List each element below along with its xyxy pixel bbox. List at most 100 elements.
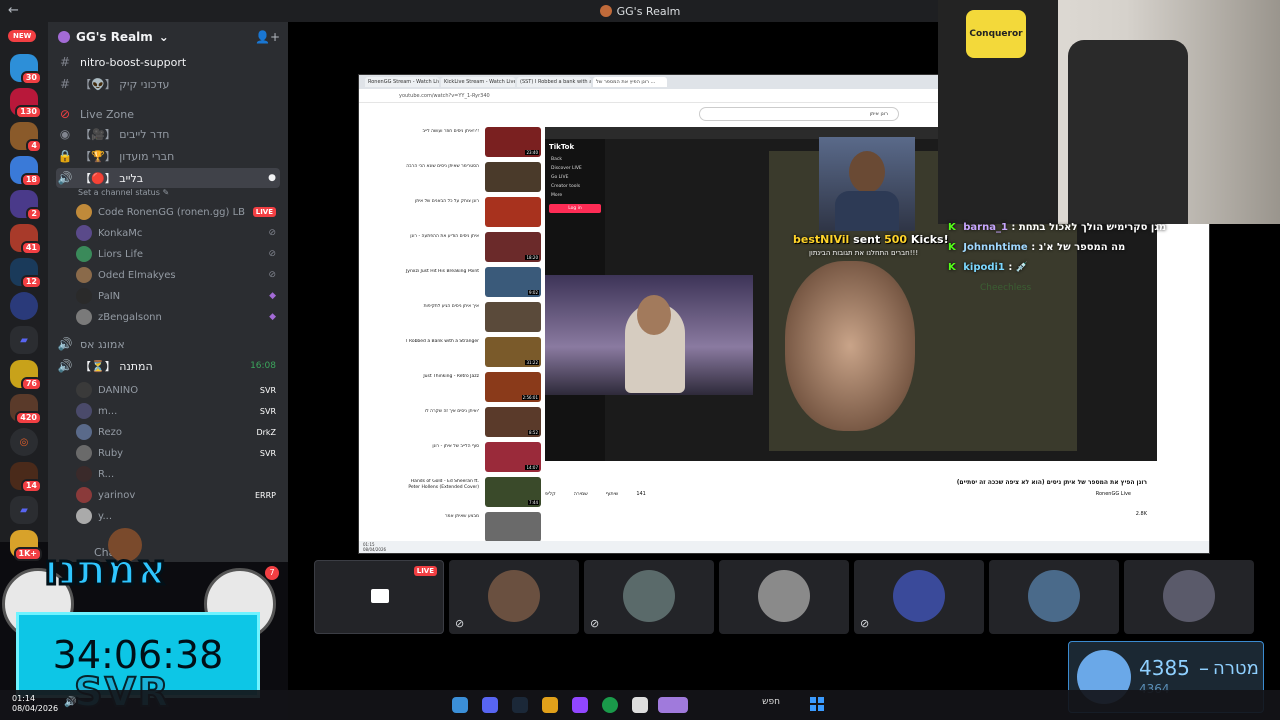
voice-user-row[interactable]: Rezo DrkZ <box>76 422 276 442</box>
server-icon-5[interactable]: 2 <box>10 190 42 221</box>
voice-user-row[interactable]: yarinov ERRP <box>76 485 276 505</box>
channel-kick-updates[interactable]: # 【👽】 עדכוני קיק <box>56 74 280 94</box>
like-count[interactable]: 141 <box>636 491 646 497</box>
channel-in-live[interactable]: 🔊 【🔴】 בלייב ● <box>56 168 280 188</box>
taskbar-app-icon[interactable] <box>542 697 558 713</box>
folder-icon-2[interactable]: ▰ <box>10 496 38 524</box>
taskbar-search[interactable]: חפש <box>700 697 780 713</box>
video-title: איך איתן ניסים הגיע לתקיפות <box>423 304 479 309</box>
participant-tile[interactable] <box>719 560 849 634</box>
voice-user-row[interactable]: m... SVR <box>76 401 276 421</box>
participant-tile[interactable] <box>989 560 1119 634</box>
steam-icon[interactable] <box>512 697 528 713</box>
voice-user-row[interactable]: Oded Elmakyes ⊘ <box>76 265 276 285</box>
recommended-video[interactable]: Hands of Gold - Ed Sheeran ft. Peter Hol… <box>403 477 541 509</box>
voice-user-row[interactable]: DANINO SVR <box>76 380 276 400</box>
tiktok-menu-item[interactable]: More <box>545 191 605 200</box>
taskbar-app-icon[interactable] <box>452 697 468 713</box>
kick-badge-icon: K <box>948 222 956 233</box>
browser-tab[interactable]: (SST) I Robbed a bank with a ... <box>517 77 591 87</box>
recommended-video[interactable]: איתן ניסים הודיע את ההפתעה - רונן 18:20 <box>403 232 541 264</box>
server-icon-4[interactable]: 18 <box>10 156 42 187</box>
windows-start-icon[interactable] <box>810 697 824 711</box>
server-icon-3[interactable]: 4 <box>10 122 42 153</box>
recommended-video[interactable]: איך איתן ניסים הגיע לתקיפות <box>403 302 541 334</box>
chrome-icon[interactable] <box>602 697 618 713</box>
voice-user-row[interactable]: PaIN ◆ <box>76 286 276 306</box>
recommended-video[interactable]: רונן צוחק על כל הבאנים של איתן <box>403 197 541 229</box>
recommended-video[interactable]: סוף הלייב של איתן - רונן 14:07 <box>403 442 541 474</box>
video-title: I Robbed a Bank with a Stranger <box>406 339 479 344</box>
participant-tile[interactable]: ⊘ <box>584 560 714 634</box>
clan-tag: ERRP <box>255 490 276 500</box>
folder-icon[interactable]: ▰ <box>10 326 38 354</box>
server-icon-8[interactable] <box>10 292 38 320</box>
voice-user-row[interactable]: Code RonenGG (ronen.gg) LB LIVE <box>76 202 276 222</box>
participant-tile[interactable]: ⊘ <box>854 560 984 634</box>
server-icon-2[interactable]: 130 <box>10 88 42 119</box>
recommended-video[interactable]: איתן ניסים איך זה שקרה לו? 8:52 <box>403 407 541 439</box>
voice-user-row[interactable]: zBengalsonn ◆ <box>76 307 276 327</box>
browser-tab[interactable]: RonenGG Stream - Watch Live <box>365 77 439 87</box>
server-icon-7[interactable]: 12 <box>10 258 42 289</box>
recommended-video[interactable]: הסטרימר שאיתן ניסים שונא הכי הרבה <box>403 162 541 194</box>
clip-button[interactable]: קליפ <box>545 491 556 497</box>
back-arrow-icon[interactable]: ← <box>8 3 19 18</box>
tiktok-login-button[interactable]: Log in <box>549 204 601 213</box>
recommended-video[interactable]: I Robbed a Bank with a Stranger 31:22 <box>403 337 541 369</box>
channel-live-rooms[interactable]: ◉ 【🎥】 חדר לייבים <box>56 124 280 144</box>
channel-name[interactable]: RonenGG Live <box>1096 491 1131 497</box>
category-live-zone[interactable]: ⊘ Live Zone <box>56 104 280 124</box>
server-icon-1[interactable]: 30 <box>10 54 42 85</box>
discord-icon[interactable] <box>482 697 498 713</box>
recommended-video[interactable]: מבצע שאיתן אמר <box>403 512 541 544</box>
tiktok-menu-item[interactable]: Creator tools <box>545 182 605 191</box>
deafened-icon: ⊘ <box>268 270 276 280</box>
voice-user-row[interactable]: KonkaMc ⊘ <box>76 223 276 243</box>
tiktok-menu-item[interactable]: Discover LIVE <box>545 164 605 173</box>
channel-nitro-boost-support[interactable]: # nitro-boost-support <box>56 52 280 72</box>
taskbar-widget-icon[interactable] <box>658 697 688 713</box>
channel-sidebar: GG's Realm ⌄ 👤+ # nitro-boost-support # … <box>48 22 288 562</box>
volume-icon[interactable]: 🔊 <box>64 697 80 713</box>
channel-among-us[interactable]: 🔊 אמונג אס <box>56 334 280 354</box>
youtube-search-input[interactable]: רונן איתן <box>699 107 899 121</box>
participant-tile[interactable]: ⊘ <box>449 560 579 634</box>
server-icon-12[interactable]: 14 <box>10 462 42 493</box>
recommended-video[interactable]: Jynxzi Just Hit His Breaking Point 9:02 <box>403 267 541 299</box>
server-icon-6[interactable]: 41 <box>10 224 42 255</box>
voice-user-row[interactable]: Liors Life ⊘ <box>76 244 276 264</box>
invite-people-icon[interactable]: 👤+ <box>255 30 280 44</box>
set-channel-status[interactable]: Set a channel status ✎ <box>78 188 169 197</box>
channel-club-members[interactable]: 🔒 【🏆】 חברי מועדון <box>56 146 280 166</box>
channel-waiting[interactable]: 🔊 【⏳】 המתנה 16:08 <box>56 356 280 376</box>
voice-user-row[interactable]: y... <box>76 506 276 526</box>
video-duration: 9:02 <box>528 290 539 295</box>
hashtag-icon: # <box>59 77 71 91</box>
server-icon-10[interactable]: 420 <box>10 394 42 425</box>
browser-tab-active[interactable]: רונן הפיץ את המספר של ... <box>593 77 667 87</box>
voice-user-row[interactable]: Ruby SVR <box>76 443 276 463</box>
screenshare-tile[interactable]: LIVE <box>314 560 444 634</box>
server-name-header[interactable]: GG's Realm ⌄ <box>58 30 169 44</box>
muted-icon: ⊘ <box>268 228 276 238</box>
video-title: הסטרימר שאיתן ניסים שונא הכי הרבה <box>406 164 479 169</box>
tiktok-menu-item[interactable]: Back <box>545 155 605 164</box>
recommended-video[interactable]: איתן ניסים חוזר ועושה לייב!?! 23:40 <box>403 127 541 159</box>
browser-tab[interactable]: KickLive Stream - Watch Live <box>441 77 515 87</box>
twitch-icon[interactable] <box>572 697 588 713</box>
server-icon-13[interactable]: 1K+ <box>10 530 42 561</box>
share-button[interactable]: שיתוף <box>606 491 619 497</box>
server-icon-11[interactable]: ◎ <box>10 428 38 456</box>
voice-user-row[interactable]: R... <box>76 464 276 484</box>
file-explorer-icon[interactable] <box>632 697 648 713</box>
chat-bubble-icon[interactable]: ● <box>268 173 276 183</box>
video-title: Jynxzi Just Hit His Breaking Point <box>405 269 479 274</box>
save-button[interactable]: שמירה <box>574 491 588 497</box>
video-thumbnail: 14:07 <box>485 442 541 472</box>
participant-tile[interactable] <box>1124 560 1254 634</box>
server-icon-9[interactable]: 76 <box>10 360 42 391</box>
avatar <box>893 570 945 622</box>
tiktok-menu-item[interactable]: Go LIVE <box>545 173 605 182</box>
recommended-video[interactable]: Just Thinking - Retro Jazz 2:56:01 <box>403 372 541 404</box>
